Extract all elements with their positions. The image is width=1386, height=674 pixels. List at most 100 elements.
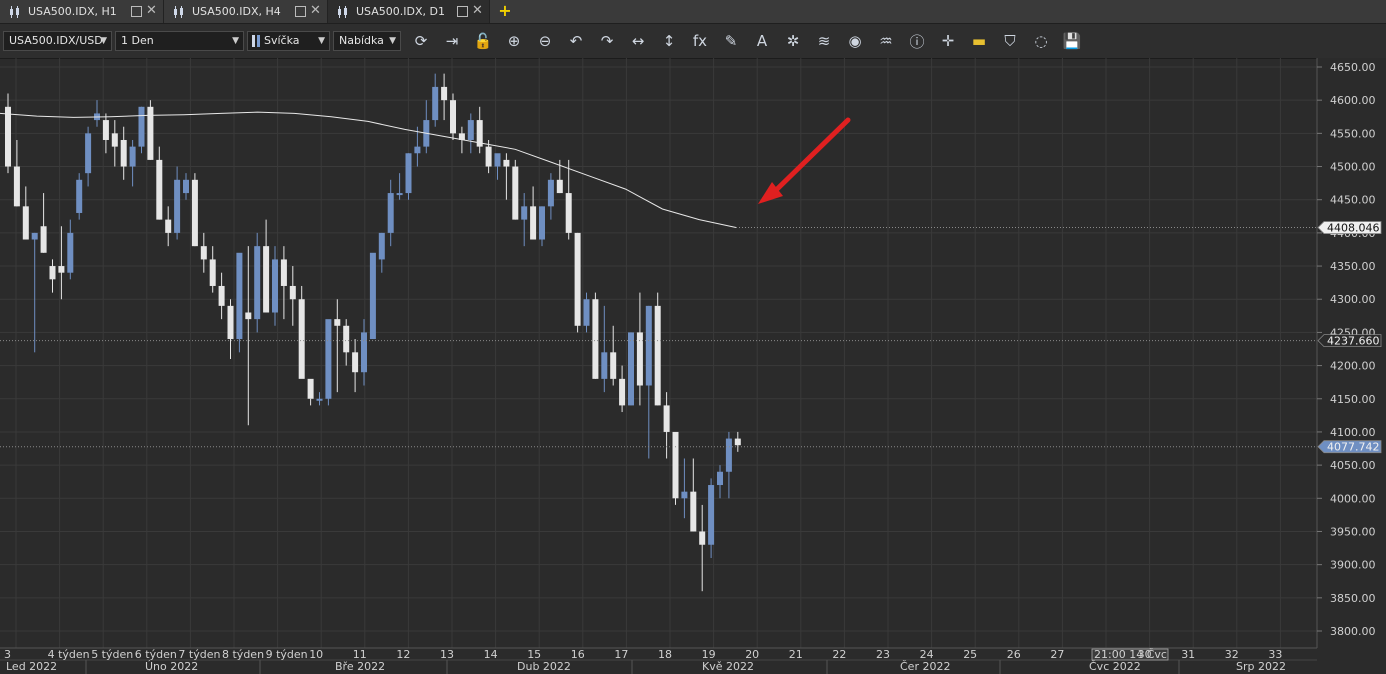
close-icon[interactable]: ✕ (310, 3, 321, 18)
text-annotation-icon[interactable]: A (751, 31, 773, 51)
candle-body (272, 259, 278, 313)
candle-body (165, 219, 172, 233)
candle-body (67, 232, 74, 273)
candle (209, 246, 216, 293)
close-icon[interactable]: ✕ (146, 3, 157, 18)
candle (352, 339, 359, 393)
candle-body (245, 312, 252, 320)
autoscroll-icon[interactable]: ⇥ (441, 31, 463, 51)
loading-ring-icon[interactable]: ◌ (1030, 31, 1052, 51)
candle (414, 126, 421, 167)
tab-usa500-d1[interactable]: USA500.IDX, D1 ✕ (328, 0, 490, 23)
popout-icon[interactable] (295, 6, 306, 17)
candle-body (405, 153, 412, 194)
timeframe-select[interactable]: 1 Den ▼ (115, 31, 244, 51)
price-side-select[interactable]: Nabídka ▼ (333, 31, 401, 51)
undo-icon[interactable]: ↶ (565, 31, 587, 51)
refresh-icon[interactable]: ⟳ (410, 31, 432, 51)
candle-body (31, 232, 38, 240)
eye-icon[interactable]: ◉ (844, 31, 866, 51)
candle-body (494, 153, 501, 167)
candle (200, 232, 207, 273)
tab-usa500-h4[interactable]: USA500.IDX, H4 ✕ (164, 0, 328, 23)
close-icon[interactable]: ✕ (472, 3, 483, 18)
candle-body (547, 179, 554, 207)
unlock-icon[interactable]: 🔓 (472, 31, 494, 51)
candle-body (111, 133, 118, 147)
month-label: Srp 2022 (1236, 660, 1286, 673)
price-tick-label: 4050.00 (1330, 459, 1376, 472)
cross-cursor-icon[interactable]: ✛ (937, 31, 959, 51)
save-icon[interactable]: 💾 (1061, 31, 1083, 51)
candle-body (378, 232, 385, 260)
candle (343, 319, 350, 366)
candle-body (601, 352, 608, 379)
pencil-icon[interactable]: ✎ (720, 31, 742, 51)
candle (102, 113, 109, 154)
month-label: Čvc 2022 (1089, 660, 1141, 673)
candle (378, 232, 385, 273)
redo-icon[interactable]: ↷ (596, 31, 618, 51)
candle-body (129, 146, 136, 167)
candle (183, 173, 189, 200)
candle (450, 93, 456, 140)
candle (94, 100, 100, 127)
candle-body (663, 405, 670, 432)
vertical-scale-icon[interactable]: ↕ (658, 31, 680, 51)
price-tick-label: 4350.00 (1330, 260, 1376, 273)
chart-style-select-value: Svíčka (264, 34, 300, 47)
candle (628, 332, 634, 406)
candle (610, 325, 617, 386)
symbol-select-value: USA500.IDX/USD (9, 34, 103, 47)
price-chart[interactable]: 4650.004600.004550.004500.004450.004400.… (0, 58, 1386, 674)
zoom-in-icon[interactable]: ⊕ (503, 31, 525, 51)
candle (530, 186, 537, 240)
candle-body (565, 193, 572, 233)
candle (40, 193, 47, 253)
month-label: Čer 2022 (900, 660, 950, 673)
symbol-select[interactable]: USA500.IDX/USD ▼ (3, 31, 112, 51)
price-side-select-value: Nabídka (339, 34, 384, 47)
heatmap-icon[interactable]: ♒ (875, 31, 897, 51)
tab-label: USA500.IDX, H4 (192, 5, 281, 18)
chart-style-select[interactable]: Svíčka ▼ (247, 31, 330, 51)
week-label: 25 (963, 648, 977, 661)
candle (663, 392, 670, 459)
paint-bucket-icon[interactable]: ⛉ (999, 31, 1021, 51)
color-bar-icon[interactable]: ▬ (968, 31, 990, 51)
candle-body (432, 86, 439, 121)
candle (699, 504, 706, 592)
info-icon[interactable]: ⓘ (906, 31, 928, 51)
candle-body (574, 232, 581, 326)
candle (174, 166, 181, 240)
candle-body (369, 252, 376, 340)
candle (423, 100, 430, 154)
crosshair-icon[interactable]: ✲ (782, 31, 804, 51)
popout-icon[interactable] (131, 6, 142, 17)
popout-icon[interactable] (457, 6, 468, 17)
moving-average-line (0, 111, 737, 228)
tab-usa500-h1[interactable]: USA500.IDX, H1 ✕ (0, 0, 164, 23)
price-tick-label: 4550.00 (1330, 127, 1376, 140)
week-label: 26 (1007, 648, 1021, 661)
candle-body (414, 146, 421, 154)
price-tick-label: 4200.00 (1330, 360, 1376, 373)
indicator-fx-icon[interactable]: fx (689, 31, 711, 51)
candle-body (58, 266, 65, 273)
candle (13, 139, 20, 207)
candle-body (512, 166, 519, 220)
candle-body (298, 299, 305, 379)
price-tick-label: 4100.00 (1330, 426, 1376, 439)
candle-body (583, 299, 590, 326)
layers-icon[interactable]: ≋ (813, 31, 835, 51)
horizontal-scale-icon[interactable]: ↔ (627, 31, 649, 51)
candle-body (387, 193, 394, 233)
tab-bar: USA500.IDX, H1 ✕ USA500.IDX, H4 ✕ USA500… (0, 0, 1386, 24)
zoom-out-icon[interactable]: ⊖ (534, 31, 556, 51)
add-chart-tab-icon[interactable]: + (496, 3, 514, 19)
week-label: 23 (876, 648, 890, 661)
candle-body (592, 299, 599, 379)
price-tick-label: 4650.00 (1330, 61, 1376, 74)
candle (227, 299, 234, 359)
candle (539, 206, 545, 247)
